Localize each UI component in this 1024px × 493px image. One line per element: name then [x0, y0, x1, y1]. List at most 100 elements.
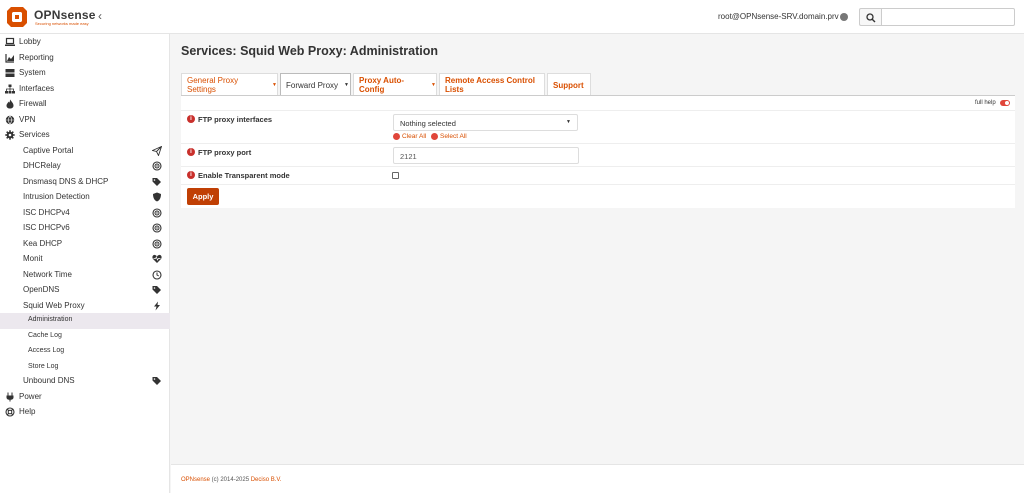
caret-down-icon: ▼	[344, 82, 349, 88]
ftp-port-input[interactable]: 2121	[393, 147, 579, 164]
tab-label: Support	[553, 80, 584, 90]
status-icon[interactable]	[840, 13, 848, 21]
sidebar-item-captive-portal[interactable]: Captive Portal	[0, 143, 170, 159]
user-menu[interactable]: root@OPNsense-SRV.domain.prv	[718, 12, 839, 21]
tab-label: General Proxy Settings	[187, 76, 239, 94]
sidebar-item-help[interactable]: Help	[0, 404, 170, 420]
search-input[interactable]	[881, 8, 1015, 26]
ftp-interfaces-select[interactable]: Nothing selected ▼	[393, 114, 578, 131]
select-all-link[interactable]: Select All	[440, 133, 467, 140]
bullseye-icon	[152, 207, 162, 218]
sidebar-item-isc-dhcpv6[interactable]: ISC DHCPv6	[0, 220, 170, 236]
sidebar-item-label: Intrusion Detection	[23, 192, 90, 201]
tab-forward-proxy[interactable]: Forward Proxy ▼	[280, 73, 351, 96]
cog-icon	[5, 130, 15, 140]
sidebar-item-opendns[interactable]: OpenDNS	[0, 282, 170, 298]
sidebar-item-isc-dhcpv4[interactable]: ISC DHCPv4	[0, 205, 170, 221]
info-icon[interactable]: i	[187, 148, 195, 156]
sidebar-item-label: Captive Portal	[23, 145, 74, 155]
collapse-sidebar-icon[interactable]: ‹	[98, 9, 102, 23]
sidebar-item-label: Network Time	[23, 269, 72, 279]
sidebar-item-dnsmasq[interactable]: Dnsmasq DNS & DHCP	[0, 174, 170, 190]
row-divider	[181, 110, 1015, 111]
clear-all-icon	[393, 133, 400, 140]
select-value: Nothing selected	[400, 119, 456, 128]
sidebar-item-kea-dhcp[interactable]: Kea DHCP	[0, 236, 170, 252]
page-title: Services: Squid Web Proxy: Administratio…	[181, 44, 439, 58]
brand-tagline: Securing networks made easy	[35, 21, 89, 26]
full-help-toggle[interactable]	[1000, 100, 1010, 106]
sidebar-item-interfaces[interactable]: Interfaces	[0, 81, 170, 97]
sidebar-item-unbound-dns[interactable]: Unbound DNS	[0, 373, 170, 389]
transparent-mode-checkbox[interactable]	[392, 172, 399, 179]
sidebar-item-label: Firewall	[19, 99, 47, 108]
tab-remote-access-control-lists[interactable]: Remote Access Control Lists	[439, 73, 545, 96]
footer-text: OPNsense (c) 2014-2025 Deciso B.V.	[181, 477, 282, 483]
sidebar-item-label: Help	[19, 407, 36, 416]
bullseye-icon	[152, 238, 162, 249]
sidebar-item-dhcrelay[interactable]: DHCRelay	[0, 158, 170, 174]
sidebar-item-label: Power	[19, 391, 42, 401]
sidebar-item-label: Store Log	[28, 362, 59, 370]
footer-company-link[interactable]: Deciso B.V.	[251, 477, 282, 483]
bullseye-icon	[152, 223, 162, 233]
sidebar-item-system[interactable]: System	[0, 65, 170, 81]
footer-copyright: (c) 2014-2025	[210, 477, 251, 483]
sidebar-item-intrusion-detection[interactable]: Intrusion Detection	[0, 189, 170, 205]
search-icon	[866, 13, 876, 23]
sidebar-item-label: VPN	[19, 114, 36, 124]
settings-panel	[181, 95, 1015, 208]
footer-brand-link[interactable]: OPNsense	[181, 477, 210, 483]
bullseye-icon	[152, 161, 162, 171]
sidebar-item-label: OpenDNS	[23, 285, 60, 294]
sidebar-item-label: DHCRelay	[23, 161, 61, 170]
sidebar-item-label: Cache Log	[28, 331, 62, 339]
tags-icon	[152, 177, 161, 186]
row-divider	[181, 166, 1015, 167]
sidebar-item-label: Squid Web Proxy	[23, 300, 85, 310]
sidebar-item-administration[interactable]: Administration	[0, 313, 170, 329]
row-divider	[181, 143, 1015, 144]
sidebar-item-label: Lobby	[19, 37, 41, 46]
life-ring-icon	[5, 407, 15, 417]
clear-all-link[interactable]: Clear All	[402, 133, 426, 140]
tab-label: Proxy Auto-Config	[359, 76, 405, 94]
brand-name: OPNsense	[34, 8, 96, 22]
apply-button[interactable]: Apply	[187, 188, 219, 205]
sidebar-item-lobby[interactable]: Lobby	[0, 34, 170, 50]
sidebar-item-label: Unbound DNS	[23, 376, 75, 385]
caret-down-icon: ▼	[431, 82, 436, 88]
sidebar-item-power[interactable]: Power	[0, 389, 170, 405]
sidebar-item-firewall[interactable]: Firewall	[0, 96, 170, 112]
tab-support[interactable]: Support	[547, 73, 591, 96]
tab-label: Forward Proxy	[286, 80, 339, 90]
select-all-icon	[431, 133, 438, 140]
laptop-icon	[5, 37, 15, 46]
sidebar-item-cache-log[interactable]: Cache Log	[0, 329, 170, 345]
sidebar-item-label: System	[19, 68, 46, 77]
info-icon[interactable]: i	[187, 171, 195, 179]
opnsense-logo[interactable]	[6, 6, 28, 28]
sidebar-item-label: Reporting	[19, 52, 54, 62]
row-divider	[181, 184, 1015, 185]
tab-proxy-auto-config[interactable]: Proxy Auto-Config ▼	[353, 73, 437, 96]
sidebar-item-squid-web-proxy[interactable]: Squid Web Proxy	[0, 298, 170, 314]
search-button[interactable]	[859, 8, 881, 26]
sidebar-item-monit[interactable]: Monit	[0, 251, 170, 267]
sidebar-item-label: Kea DHCP	[23, 238, 63, 248]
sidebar-item-network-time[interactable]: Network Time	[0, 267, 170, 283]
info-icon[interactable]: i	[187, 115, 195, 123]
sidebar-item-label: Interfaces	[19, 83, 55, 93]
sidebar: Lobby Reporting System Interfaces Firewa…	[0, 34, 170, 493]
caret-down-icon: ▼	[566, 119, 571, 125]
chart-icon	[5, 53, 14, 63]
sidebar-item-label: ISC DHCPv6	[23, 223, 70, 232]
sidebar-item-label: Access Log	[28, 347, 65, 354]
sidebar-item-vpn[interactable]: VPN	[0, 112, 170, 128]
sidebar-item-access-log[interactable]: Access Log	[0, 344, 170, 360]
sidebar-item-services[interactable]: Services	[0, 127, 170, 143]
top-navbar: OPNsense Securing networks made easy ‹ r…	[0, 0, 1024, 34]
sidebar-item-reporting[interactable]: Reporting	[0, 50, 170, 66]
tab-general-proxy-settings[interactable]: General Proxy Settings ▼	[181, 73, 278, 96]
footer: OPNsense (c) 2014-2025 Deciso B.V.	[171, 464, 1024, 493]
